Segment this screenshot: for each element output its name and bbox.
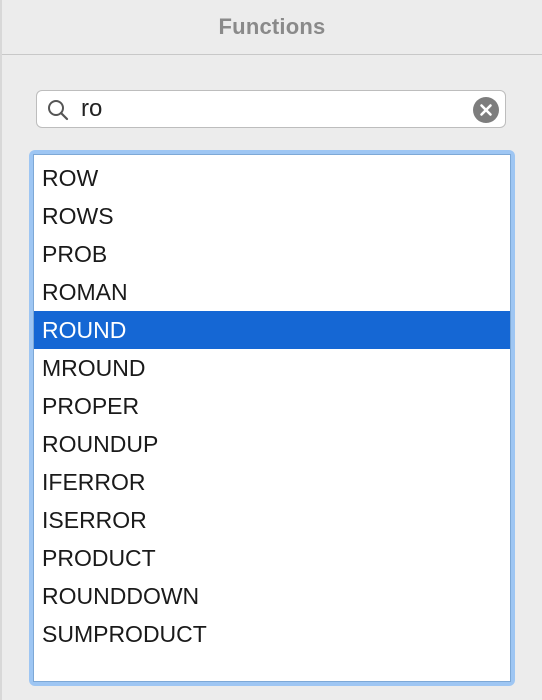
function-list-item[interactable]: ROUNDUP bbox=[34, 425, 510, 463]
function-list[interactable]: ROW ROWS PROB ROMAN ROUND MROUND PROPER ROUNDUP… bbox=[33, 154, 511, 682]
function-list-focus-ring: ROW ROWS PROB ROMAN ROUND MROUND PROPER ROUNDUP… bbox=[29, 150, 515, 686]
function-list-item[interactable]: PRODUCT bbox=[34, 539, 510, 577]
panel-title: Functions bbox=[218, 14, 326, 39]
function-list-item[interactable]: SUMPRODUCT bbox=[34, 615, 510, 653]
panel-header: Functions bbox=[2, 0, 542, 55]
panel-left-edge bbox=[0, 0, 2, 700]
function-list-item[interactable]: PROB bbox=[34, 235, 510, 273]
function-list-item[interactable]: ROUND bbox=[34, 311, 510, 349]
clear-search-icon[interactable] bbox=[473, 97, 499, 123]
function-list-item[interactable]: ROUNDDOWN bbox=[34, 577, 510, 615]
function-list-item[interactable]: ROWS bbox=[34, 197, 510, 235]
function-list-item[interactable]: PROPER bbox=[34, 387, 510, 425]
function-list-item[interactable]: ISERROR bbox=[34, 501, 510, 539]
function-list-item[interactable]: IFERROR bbox=[34, 463, 510, 501]
function-search-field[interactable] bbox=[36, 90, 506, 128]
function-list-item[interactable]: ROW bbox=[34, 159, 510, 197]
function-list-item[interactable]: MROUND bbox=[34, 349, 510, 387]
function-list-item[interactable]: ROMAN bbox=[34, 273, 510, 311]
search-input[interactable] bbox=[81, 94, 461, 124]
magnifying-glass-icon bbox=[47, 99, 69, 121]
